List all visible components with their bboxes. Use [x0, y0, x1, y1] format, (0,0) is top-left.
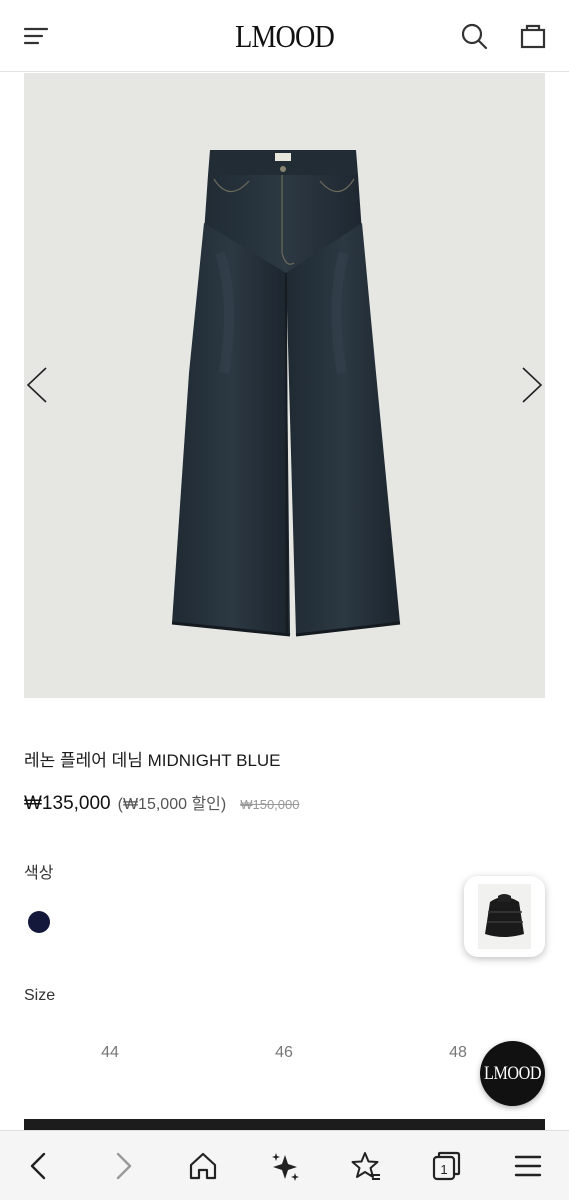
site-header: LMOOD — [0, 0, 569, 72]
floating-logo-text: LMOOD — [483, 1062, 542, 1084]
size-options: 44 46 48 — [24, 1044, 545, 1066]
size-option-46[interactable]: 46 — [264, 1044, 304, 1062]
recently-viewed-thumbnail[interactable] — [464, 876, 545, 957]
product-title: 레논 플레어 데님 MIDNIGHT BLUE — [24, 751, 281, 770]
search-icon[interactable] — [460, 22, 488, 50]
product-image — [171, 150, 401, 637]
forward-icon[interactable] — [106, 1149, 140, 1183]
menu-icon[interactable] — [511, 1149, 545, 1183]
browser-navigation-bar: 1 — [0, 1130, 569, 1200]
tab-count: 1 — [440, 1162, 447, 1177]
size-option-48[interactable]: 48 — [438, 1044, 478, 1062]
size-label: Size — [24, 987, 56, 1004]
size-option-44[interactable]: 44 — [90, 1044, 130, 1062]
product-image-gallery[interactable] — [24, 73, 545, 698]
floating-logo-button[interactable]: LMOOD — [480, 1041, 545, 1106]
color-swatch-midnight-blue[interactable] — [28, 911, 50, 933]
price-block: ₩135,000 (₩15,000 할인) ₩150,000 — [24, 790, 299, 815]
home-icon[interactable] — [186, 1149, 220, 1183]
discount-amount: (₩15,000 할인) — [117, 796, 227, 813]
tabs-icon[interactable]: 1 — [429, 1149, 463, 1183]
chevron-right-icon[interactable] — [519, 365, 545, 405]
bookmark-star-icon[interactable] — [348, 1149, 382, 1183]
recent-product-image — [478, 884, 531, 949]
chevron-left-icon[interactable] — [24, 365, 50, 405]
back-icon[interactable] — [22, 1149, 56, 1183]
sale-price: ₩135,000 — [24, 793, 111, 814]
sparkle-icon[interactable] — [268, 1149, 302, 1183]
color-label: 색상 — [24, 865, 54, 882]
shopping-bag-icon[interactable] — [519, 22, 547, 50]
original-price: ₩150,000 — [240, 797, 300, 812]
